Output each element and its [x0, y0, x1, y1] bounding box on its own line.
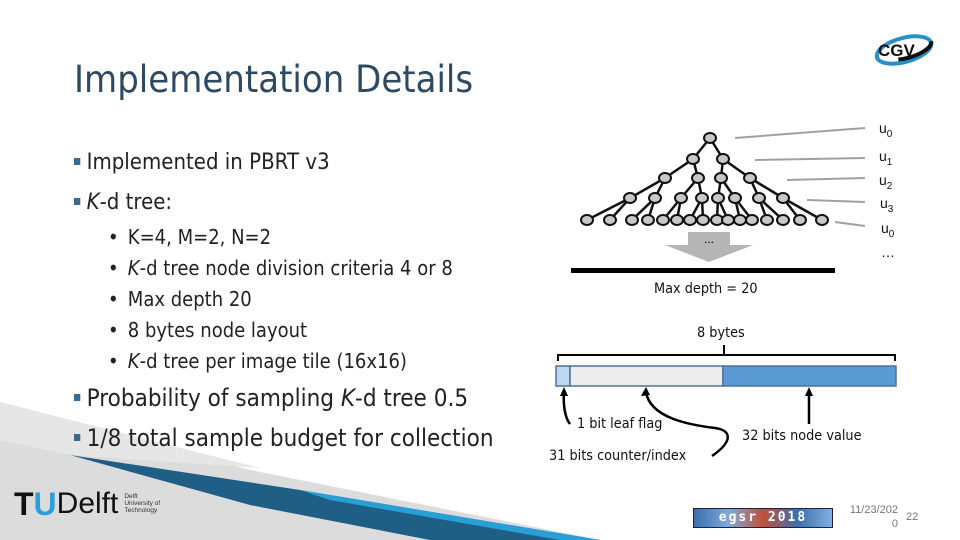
- tree-node: [691, 172, 705, 184]
- tree-node: [603, 214, 617, 226]
- page-number: 22: [906, 511, 919, 523]
- tree-node: [776, 192, 790, 204]
- tree-node: [745, 214, 759, 226]
- tree-node: [674, 192, 688, 204]
- level-label-u2: u2: [879, 172, 893, 192]
- egsr-logo: egsr 2018: [693, 508, 833, 528]
- tree-node: [648, 192, 662, 204]
- counter-label: 31 bits counter/index: [549, 448, 687, 464]
- tree-node: [733, 214, 747, 226]
- tree-node: [656, 214, 670, 226]
- tree-node: [686, 153, 700, 165]
- segment-leaf-flag: [555, 365, 571, 387]
- max-depth-bar: [571, 268, 835, 273]
- leaf-flag-label: 1 bit leaf flag: [577, 416, 663, 432]
- bytes-label: 8 bytes: [697, 325, 745, 341]
- level-label-u0-repeat: u0: [881, 220, 895, 240]
- leader-line-u0-repeat: [834, 221, 866, 227]
- leaf-flag-arrow: [562, 391, 572, 425]
- tree-node: [711, 192, 725, 204]
- level-label-ellipsis: …: [881, 244, 895, 260]
- leader-line-u1: [754, 157, 866, 161]
- date: 11/23/202 0: [849, 504, 898, 530]
- node-value-label: 32 bits node value: [742, 428, 862, 444]
- tree-node: [625, 214, 639, 226]
- max-depth-label: Max depth = 20: [654, 281, 758, 297]
- level-label-u3: u3: [880, 195, 894, 215]
- tree-node: [670, 214, 684, 226]
- kd-tree-diagram: ...: [555, 127, 897, 458]
- tree-node: [683, 214, 697, 226]
- segment-node-value: [722, 365, 897, 387]
- tree-node: [703, 132, 717, 144]
- arrow-label: ...: [704, 232, 714, 246]
- tree-node: [695, 192, 709, 204]
- tree-node: [658, 172, 672, 184]
- leader-line-u0: [734, 127, 866, 139]
- tree-node: [793, 214, 807, 226]
- tree-node: [776, 214, 790, 226]
- tudelft-logo: T U Delft Delft University of Technology: [14, 486, 161, 522]
- tree-node: [641, 214, 655, 226]
- tree-node: [716, 153, 730, 165]
- tree-node: [743, 172, 757, 184]
- tree-node: [696, 214, 710, 226]
- leader-line-u2: [786, 177, 866, 181]
- leader-line-u3: [806, 199, 866, 203]
- tree-node: [728, 192, 742, 204]
- tree-node: [752, 192, 766, 204]
- tree-node: [580, 214, 594, 226]
- tree-node: [714, 172, 728, 184]
- tree-node: [623, 192, 637, 204]
- segment-counter-index: [569, 365, 724, 387]
- tree-node: [815, 214, 829, 226]
- bytes-bracket: [557, 345, 896, 361]
- level-label-u1: u1: [879, 148, 893, 168]
- tree-node: [721, 214, 735, 226]
- tree-node: [760, 214, 774, 226]
- level-label-u0: u0: [879, 120, 893, 140]
